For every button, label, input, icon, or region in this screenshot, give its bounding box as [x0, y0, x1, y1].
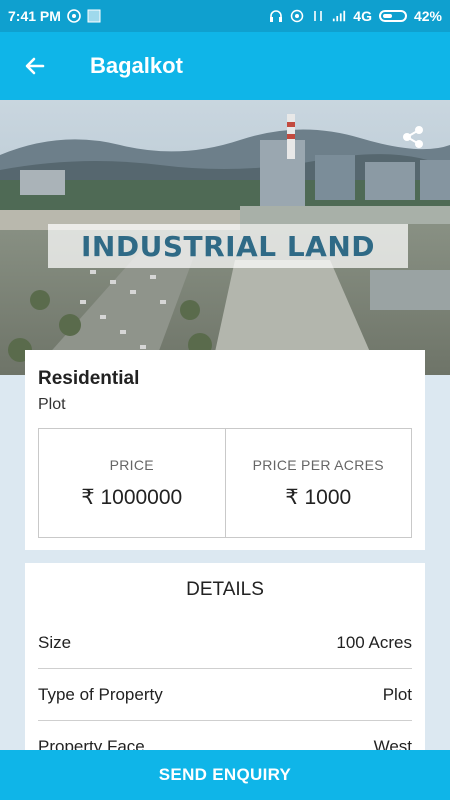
price-value: ₹ 1000000 [81, 485, 183, 509]
price-box: PRICE ₹ 1000000 PRICE PER ACRES ₹ 1000 [38, 428, 412, 538]
page-title: Bagalkot [90, 53, 183, 78]
status-time: 7:41 PM [8, 8, 61, 24]
network-type: 4G [353, 8, 372, 24]
data-transfer-icon [314, 11, 323, 21]
detail-value: Plot [382, 684, 412, 704]
price-section: PRICE ₹ 1000000 [39, 429, 225, 537]
price-per-acre-value: ₹ 1000 [285, 485, 352, 509]
hotspot-icon [291, 9, 304, 23]
signal-icon [333, 10, 346, 22]
arrow-back-icon [25, 57, 45, 75]
app-bar: Bagalkot [0, 32, 450, 100]
status-bar: 7:41 PM 4G 42% [0, 0, 450, 32]
send-enquiry-button[interactable]: SEND ENQUIRY [0, 750, 450, 800]
property-banner: INDUSTRIAL LAND [48, 224, 408, 268]
share-icon [403, 126, 423, 148]
detail-row-type: Type of Property Plot [38, 669, 412, 721]
notification-icon [87, 9, 101, 23]
battery-icon [378, 10, 407, 22]
detail-label: Size [38, 632, 72, 652]
battery-percent: 42% [413, 8, 442, 24]
share-button[interactable] [398, 122, 428, 152]
detail-value: 100 Acres [336, 632, 412, 652]
back-button[interactable] [0, 32, 70, 100]
summary-card: Residential Plot PRICE ₹ 1000000 PRICE P… [25, 350, 425, 550]
details-heading: DETAILS [186, 579, 264, 600]
property-image: INDUSTRIAL LAND [0, 100, 450, 375]
property-subtype: Plot [38, 396, 66, 413]
headphones-icon [270, 10, 283, 22]
whatsapp-icon [67, 9, 81, 23]
detail-label: Type of Property [38, 684, 163, 704]
property-type: Residential [38, 368, 140, 389]
price-per-acre-label: PRICE PER ACRES [252, 456, 384, 473]
banner-text: INDUSTRIAL LAND [80, 229, 376, 263]
price-per-acre-section: PRICE PER ACRES ₹ 1000 [224, 429, 412, 537]
price-label: PRICE [109, 456, 154, 473]
detail-row-size: Size 100 Acres [38, 617, 412, 669]
